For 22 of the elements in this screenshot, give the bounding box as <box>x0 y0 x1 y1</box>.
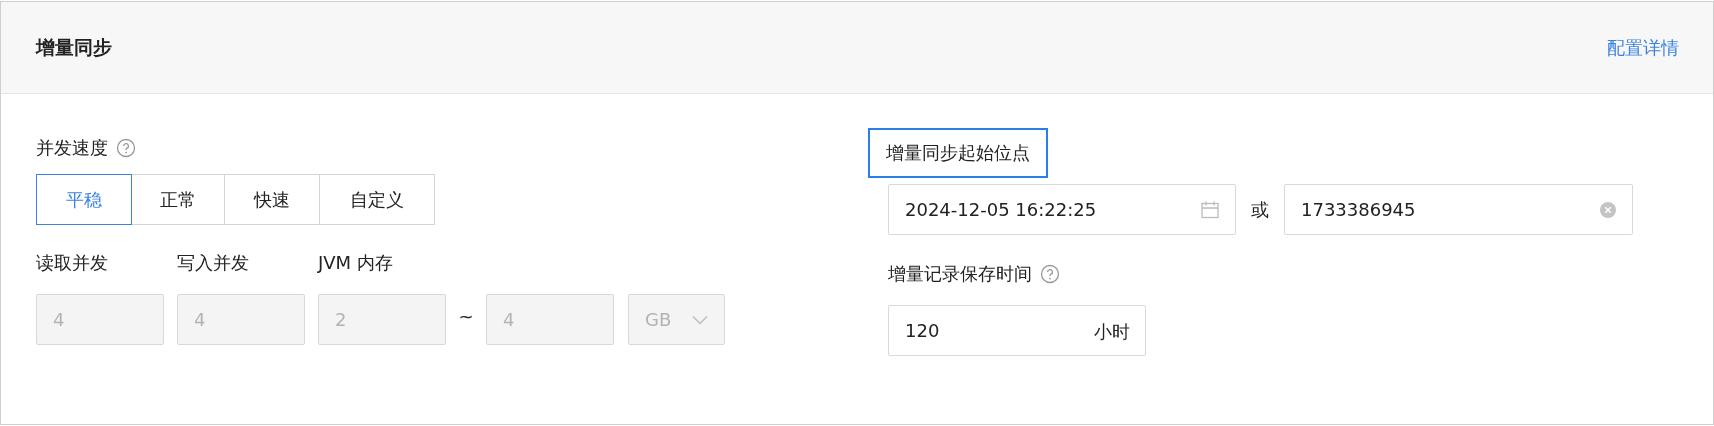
timestamp-field[interactable]: 1733386945 <box>1284 184 1633 235</box>
config-details-link[interactable]: 配置详情 <box>1607 34 1679 61</box>
help-icon[interactable] <box>1040 264 1060 284</box>
field-label: 并发速度 <box>36 136 108 160</box>
speed-option[interactable]: 自定义 <box>319 174 435 225</box>
help-icon[interactable] <box>116 138 136 158</box>
field-label: 读取并发 <box>36 252 108 273</box>
field-label: 增量记录保存时间 <box>888 262 1032 286</box>
chevron-down-icon <box>692 314 708 325</box>
speed-option[interactable]: 平稳 <box>36 174 132 225</box>
field-label: 写入并发 <box>177 252 249 273</box>
calendar-icon[interactable] <box>1200 199 1220 220</box>
clear-icon[interactable] <box>1599 200 1617 219</box>
speed-option[interactable]: 正常 <box>131 174 225 225</box>
field-label: 增量同步起始位点 <box>868 128 1048 178</box>
speed-option[interactable]: 快速 <box>224 174 320 225</box>
field-label: JVM 内存 <box>318 252 393 273</box>
range-separator: ~ <box>457 305 475 329</box>
section-title: 增量同步 <box>36 35 112 61</box>
datetime-field[interactable]: 2024-12-05 16:22:25 <box>888 184 1236 235</box>
separator-text: 或 <box>1250 197 1270 222</box>
unit-text: 小时 <box>1094 319 1130 343</box>
